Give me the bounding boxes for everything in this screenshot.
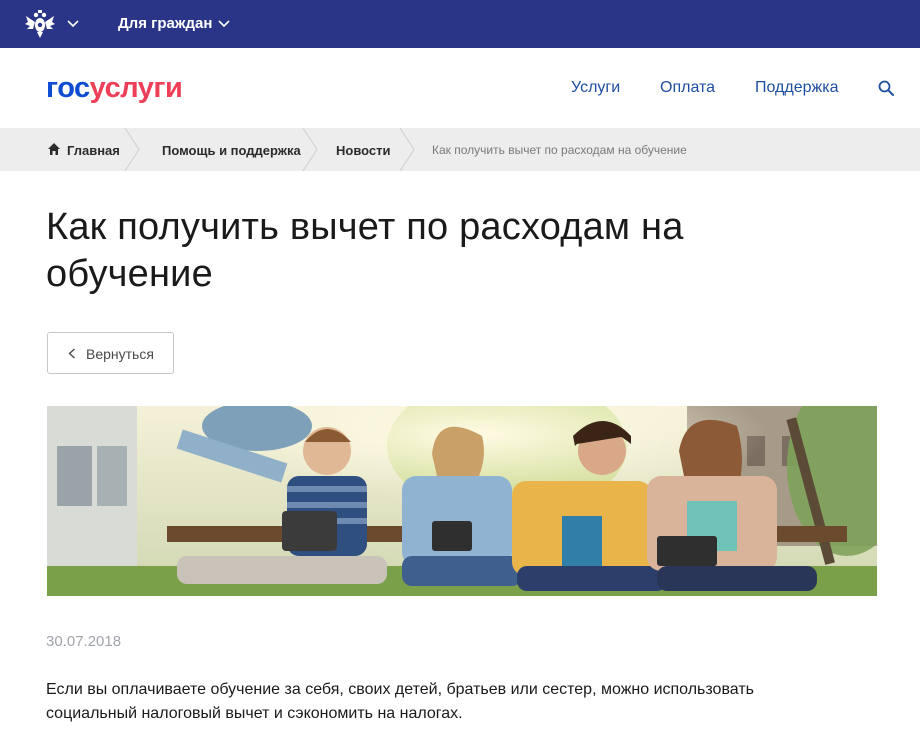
page-title: Как получить вычет по расходам на обучен… [46, 206, 684, 295]
nav-support[interactable]: Поддержка [755, 79, 838, 97]
article-lead: Если вы оплачиваете обучение за себя, св… [46, 681, 754, 722]
site-header: госуслуги Услуги Оплата Поддержка [0, 48, 920, 128]
breadcrumb-help[interactable]: Помощь и поддержка [162, 143, 301, 158]
nav-services[interactable]: Услуги [571, 79, 620, 97]
back-button-label: Вернуться [86, 346, 154, 362]
search-icon[interactable] [878, 80, 894, 96]
logo-part-uslugi: услуги [89, 72, 183, 104]
publication-date: 30.07.2018 [46, 633, 122, 650]
breadcrumb-home[interactable]: Главная [67, 143, 120, 158]
chevron-down-icon[interactable] [67, 20, 79, 28]
gosuslugi-logo[interactable]: госуслуги [46, 70, 183, 106]
breadcrumb-separator-icon [302, 128, 318, 171]
breadcrumb-separator-icon [399, 128, 415, 171]
breadcrumb-news[interactable]: Новости [336, 143, 391, 158]
back-button[interactable]: Вернуться [47, 332, 174, 374]
home-icon[interactable] [47, 142, 61, 156]
audience-selector[interactable]: Для граждан [118, 15, 212, 32]
chevron-left-icon [68, 348, 75, 359]
top-bar: Для граждан [0, 0, 920, 48]
article-hero-image [47, 406, 877, 596]
breadcrumb-current: Как получить вычет по расходам на обучен… [432, 143, 687, 157]
nav-payment[interactable]: Оплата [660, 79, 715, 97]
emblem-icon[interactable] [24, 8, 56, 40]
logo-part-gos: гос [46, 72, 90, 104]
breadcrumb-separator-icon [124, 128, 140, 171]
chevron-down-icon[interactable] [218, 20, 230, 28]
